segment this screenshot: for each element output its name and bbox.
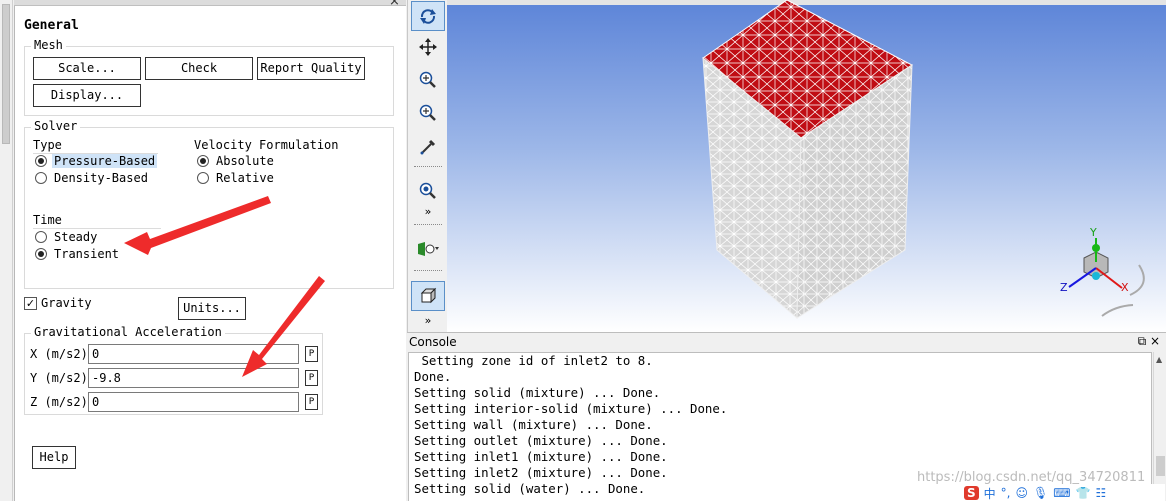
scroll-up-icon[interactable]: ▲ xyxy=(1156,355,1162,364)
rotate-icon[interactable] xyxy=(411,1,445,31)
annotation-arrows xyxy=(124,196,325,377)
toolbar-separator xyxy=(414,270,442,271)
console-line: Done. xyxy=(414,369,452,384)
arrow-to-gravity-y xyxy=(242,276,325,377)
pan-icon[interactable] xyxy=(411,32,445,62)
triad-x-label: X xyxy=(1121,281,1129,294)
punctuation-icon[interactable]: °, xyxy=(1001,486,1011,500)
sogou-logo-icon[interactable]: S xyxy=(964,486,979,500)
probe-icon[interactable] xyxy=(411,132,445,162)
triad-z-label: Z xyxy=(1060,281,1068,294)
axis-triad xyxy=(1068,238,1145,317)
mesh-cube xyxy=(702,0,913,320)
scrollbar-thumb[interactable] xyxy=(1156,456,1165,476)
triad-y-label: Y xyxy=(1090,226,1097,239)
more-chevron-icon[interactable]: » xyxy=(411,311,445,329)
console-line: Setting interior-solid (mixture) ... Don… xyxy=(414,401,728,416)
watermark-url: https://blog.csdn.net/qq_34720811 xyxy=(917,470,1146,485)
ime-toolbar: S 中 °, ☺ 🎙 ⌨ 👕 ☷ xyxy=(960,484,1165,501)
graphics-viewport[interactable]: Y X Z xyxy=(447,0,1166,332)
arrow-to-transient xyxy=(124,196,271,255)
menu-grid-icon[interactable]: ☷ xyxy=(1096,486,1107,500)
console-line: Setting zone id of inlet2 to 8. xyxy=(414,353,653,368)
task-page-panel: × General Mesh Scale... Check Report Qua… xyxy=(0,0,406,501)
skin-icon[interactable]: 👕 xyxy=(1076,486,1091,500)
zoom-in-out-icon[interactable] xyxy=(411,65,445,95)
console-scrollbar[interactable]: ▲ xyxy=(1153,352,1166,501)
microphone-icon[interactable]: 🎙 xyxy=(1033,486,1048,500)
console-line: Setting wall (mixture) ... Done. xyxy=(414,417,653,432)
graphics-toolbar: » » xyxy=(407,0,447,332)
emoji-icon[interactable]: ☺ xyxy=(1016,486,1029,500)
chinese-mode-icon[interactable]: 中 xyxy=(984,485,996,501)
more-chevron-icon[interactable]: » xyxy=(411,202,445,220)
console-window-controls[interactable]: ⧉ × xyxy=(1138,334,1160,349)
console-line: Setting outlet (mixture) ... Done. xyxy=(414,433,668,448)
zoom-to-area-icon[interactable] xyxy=(411,98,445,128)
toolbar-separator xyxy=(414,224,442,225)
toolbar-separator xyxy=(414,166,442,167)
console-panel: Console ⧉ × Setting zone id of inlet2 to… xyxy=(407,332,1166,501)
lighting-icon[interactable] xyxy=(411,234,445,264)
console-line: Setting solid (mixture) ... Done. xyxy=(414,385,661,400)
console-line: Setting inlet1 (mixture) ... Done. xyxy=(414,449,668,464)
keyboard-icon[interactable]: ⌨ xyxy=(1053,486,1070,500)
view-cube-icon[interactable] xyxy=(411,281,445,311)
console-title: Console xyxy=(409,335,457,349)
mesh-render xyxy=(702,0,1145,320)
